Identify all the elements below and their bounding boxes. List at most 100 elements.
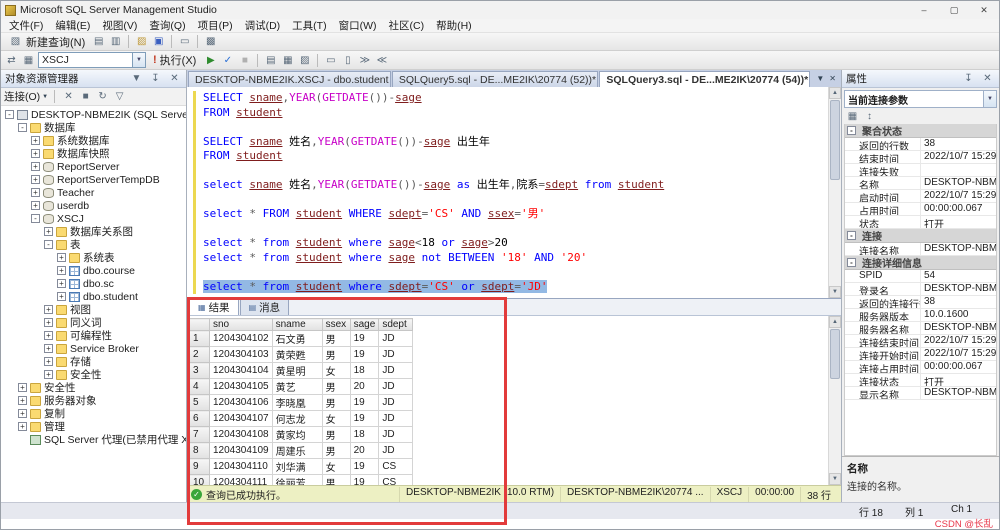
tree-item[interactable]: +管理 xyxy=(1,420,186,433)
property-row[interactable]: 名称DESKTOP-NBME2IK xyxy=(845,177,996,190)
property-row[interactable]: 占用时间00:00:00.067 xyxy=(845,203,996,216)
analysis-services-query-icon[interactable]: ▥ xyxy=(108,34,123,49)
grid-cell[interactable]: 1204304110 xyxy=(210,459,273,475)
selector-dropdown-icon[interactable]: ▼ xyxy=(983,91,996,107)
grid-column-header[interactable]: sdept xyxy=(379,319,413,331)
grid-row-number[interactable]: 9 xyxy=(190,459,210,475)
grid-cell[interactable]: 1204304103 xyxy=(210,347,273,363)
tree-item[interactable]: +Teacher xyxy=(1,186,186,199)
property-category[interactable]: -连接详细信息 xyxy=(845,256,996,270)
grid-cell[interactable]: 男 xyxy=(322,427,350,443)
property-row[interactable]: 启动时间2022/10/7 15:29:19 xyxy=(845,190,996,203)
grid-row-number[interactable]: 4 xyxy=(190,379,210,395)
menu-item[interactable]: 文件(F) xyxy=(3,18,49,33)
refresh-icon[interactable]: ↻ xyxy=(95,89,110,104)
grid-row-number[interactable]: 1 xyxy=(190,331,210,347)
menu-item[interactable]: 社区(C) xyxy=(383,18,431,33)
tree-item[interactable]: +存储 xyxy=(1,355,186,368)
menu-item[interactable]: 调试(D) xyxy=(239,18,287,33)
tree-expander[interactable]: + xyxy=(44,318,53,327)
property-row[interactable]: 连接状态打开 xyxy=(845,374,996,387)
grid-row-number[interactable]: 5 xyxy=(190,395,210,411)
grid-cell[interactable]: 男 xyxy=(322,379,350,395)
results-to-text-icon[interactable]: ▤ xyxy=(263,53,278,68)
close-icon[interactable]: ✕ xyxy=(167,71,182,86)
grid-cell[interactable]: JD xyxy=(379,443,413,459)
menu-item[interactable]: 帮助(H) xyxy=(430,18,478,33)
grid-cell[interactable]: 黄艺 xyxy=(272,379,322,395)
pin-icon[interactable]: ↧ xyxy=(148,71,163,86)
tree-item[interactable]: +服务器对象 xyxy=(1,394,186,407)
print-icon[interactable]: ▭ xyxy=(177,34,192,49)
grid-cell[interactable]: 黄荣甦 xyxy=(272,347,322,363)
tree-expander[interactable]: + xyxy=(18,409,27,418)
activity-monitor-icon[interactable]: ▩ xyxy=(203,34,218,49)
grid-cell[interactable]: 徐丽芳 xyxy=(272,475,322,486)
grid-column-header[interactable]: ssex xyxy=(322,319,350,331)
grid-cell[interactable]: 19 xyxy=(350,475,379,486)
grid-cell[interactable]: 20 xyxy=(350,379,379,395)
property-row[interactable]: 连接占用时间00:00:00.067 xyxy=(845,361,996,374)
grid-cell[interactable]: 女 xyxy=(322,411,350,427)
grid-cell[interactable]: 1204304107 xyxy=(210,411,273,427)
tree-expander[interactable]: + xyxy=(18,422,27,431)
tree-item[interactable]: -表 xyxy=(1,238,186,251)
combo-dropdown-icon[interactable]: ▼ xyxy=(132,53,145,67)
grid-cell[interactable]: 19 xyxy=(350,395,379,411)
collapse-icon[interactable]: - xyxy=(847,231,856,240)
cancel-query-icon[interactable]: ■ xyxy=(237,53,252,68)
tree-expander[interactable]: + xyxy=(31,162,40,171)
grid-cell[interactable]: 1204304109 xyxy=(210,443,273,459)
grid-column-header[interactable]: sno xyxy=(210,319,273,331)
tree-expander[interactable]: + xyxy=(31,175,40,184)
code-area[interactable]: SELECT sname,YEAR(GETDATE())-sageFROM st… xyxy=(187,87,828,298)
scroll-down-icon[interactable]: ▼ xyxy=(829,286,841,298)
tree-item[interactable]: +复制 xyxy=(1,407,186,420)
tree-expander[interactable]: - xyxy=(31,214,40,223)
document-tab[interactable]: SQLQuery5.sql - DE...ME2IK\20774 (52))* xyxy=(392,71,598,87)
grid-cell[interactable]: 1204304104 xyxy=(210,363,273,379)
results-tab[interactable]: ▦结果 xyxy=(189,299,239,315)
grid-row-number[interactable]: 7 xyxy=(190,427,210,443)
grid-cell[interactable]: JD xyxy=(379,331,413,347)
scroll-up-icon[interactable]: ▲ xyxy=(829,316,841,328)
filter-icon[interactable]: ▽ xyxy=(112,89,127,104)
tree-item[interactable]: +视图 xyxy=(1,303,186,316)
tree-item[interactable]: +ReportServer xyxy=(1,160,186,173)
property-row[interactable]: 登录名DESKTOP-NBME2IK xyxy=(845,283,996,296)
document-tab[interactable]: DESKTOP-NBME2IK.XSCJ - dbo.student xyxy=(188,71,391,87)
pin-icon[interactable]: ↧ xyxy=(961,71,976,86)
tree-expander[interactable]: + xyxy=(44,344,53,353)
grid-cell[interactable]: 1204304111 xyxy=(210,475,273,486)
grid-cell[interactable]: 女 xyxy=(322,363,350,379)
grid-cell[interactable]: CS xyxy=(379,475,413,486)
grid-column-header[interactable]: sname xyxy=(272,319,322,331)
property-category[interactable]: -聚合状态 xyxy=(845,124,996,138)
grid-cell[interactable]: 女 xyxy=(322,459,350,475)
grid-cell[interactable]: 1204304105 xyxy=(210,379,273,395)
tree-item[interactable]: +dbo.student xyxy=(1,290,186,303)
tree-item[interactable]: +ReportServerTempDB xyxy=(1,173,186,186)
tree-expander[interactable]: - xyxy=(18,123,27,132)
tree-item[interactable]: +可编程性 xyxy=(1,329,186,342)
grid-cell[interactable]: JD xyxy=(379,379,413,395)
tree-expander[interactable]: + xyxy=(18,383,27,392)
tree-expander[interactable]: + xyxy=(44,227,53,236)
grid-cell[interactable]: 19 xyxy=(350,411,379,427)
grid-cell[interactable]: JD xyxy=(379,427,413,443)
tree-item[interactable]: +系统数据库 xyxy=(1,134,186,147)
menu-item[interactable]: 查询(Q) xyxy=(143,18,191,33)
uncomment-icon[interactable]: ▯ xyxy=(340,53,355,68)
comment-icon[interactable]: ▭ xyxy=(323,53,338,68)
grid-cell[interactable]: 石文勇 xyxy=(272,331,322,347)
chevron-down-icon[interactable]: ▼ xyxy=(129,71,144,86)
tree-expander[interactable]: + xyxy=(44,357,53,366)
property-row[interactable]: 连接失败 xyxy=(845,164,996,177)
tree-expander[interactable]: + xyxy=(18,396,27,405)
grid-cell[interactable]: 19 xyxy=(350,459,379,475)
stop-icon[interactable]: ■ xyxy=(78,89,93,104)
grid-cell[interactable]: 18 xyxy=(350,363,379,379)
connect-button[interactable]: 连接(O) ▼ xyxy=(4,89,48,104)
collapse-icon[interactable]: - xyxy=(847,258,856,267)
grid-cell[interactable]: JD xyxy=(379,411,413,427)
